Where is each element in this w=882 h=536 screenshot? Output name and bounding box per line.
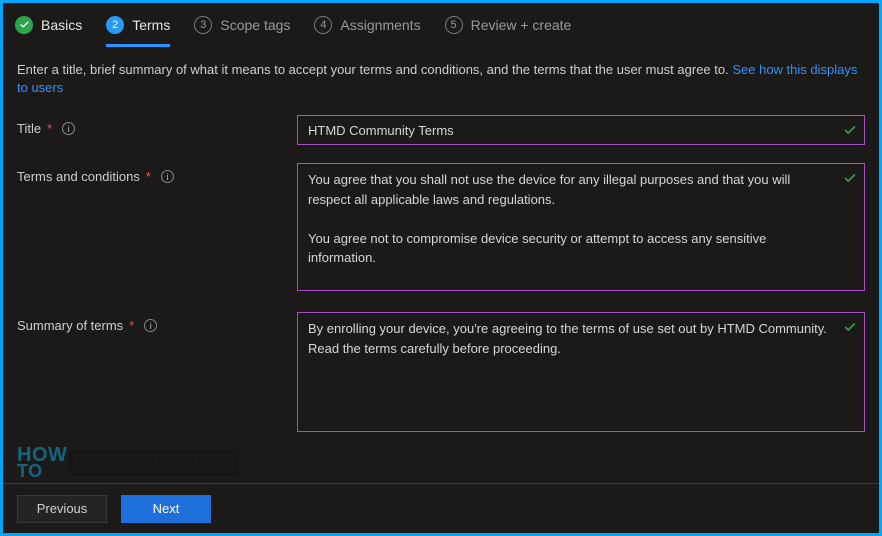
terms-textarea[interactable] (297, 163, 865, 291)
wizard-tabs: Basics 2 Terms 3 Scope tags 4 Assignment… (3, 3, 879, 47)
tab-label: Scope tags (220, 17, 290, 33)
tab-scope-tags[interactable]: 3 Scope tags (194, 9, 290, 47)
intro-text: Enter a title, brief summary of what it … (17, 61, 865, 97)
tab-review-create[interactable]: 5 Review + create (445, 9, 572, 47)
step-number-icon: 5 (445, 16, 463, 34)
watermark-to: TO (17, 463, 67, 479)
title-input[interactable] (297, 115, 865, 145)
check-circle-icon (15, 16, 33, 34)
info-icon[interactable]: i (144, 319, 157, 332)
label-text: Summary of terms (17, 318, 123, 333)
row-title: Title * i (17, 115, 865, 145)
wizard-panel: Basics 2 Terms 3 Scope tags 4 Assignment… (3, 3, 879, 533)
required-asterisk-icon: * (129, 318, 134, 333)
previous-button[interactable]: Previous (17, 495, 107, 523)
label-text: Title (17, 121, 41, 136)
row-summary: Summary of terms * i (17, 312, 865, 435)
tab-terms[interactable]: 2 Terms (106, 9, 170, 47)
label-terms: Terms and conditions * i (17, 163, 297, 184)
required-asterisk-icon: * (146, 169, 151, 184)
next-button[interactable]: Next (121, 495, 211, 523)
step-number-icon: 2 (106, 16, 124, 34)
field-terms (297, 163, 865, 294)
tab-label: Terms (132, 17, 170, 33)
intro-plain: Enter a title, brief summary of what it … (17, 62, 732, 77)
info-icon[interactable]: i (62, 122, 75, 135)
row-terms: Terms and conditions * i (17, 163, 865, 294)
wizard-footer: Previous Next (3, 483, 879, 533)
tab-label: Basics (41, 17, 82, 33)
watermark-howto: HOW TO (17, 447, 67, 479)
tab-label: Review + create (471, 17, 572, 33)
required-asterisk-icon: * (47, 121, 52, 136)
summary-textarea[interactable] (297, 312, 865, 432)
label-text: Terms and conditions (17, 169, 140, 184)
tab-assignments[interactable]: 4 Assignments (314, 9, 420, 47)
wizard-content: Enter a title, brief summary of what it … (3, 47, 879, 483)
tab-label: Assignments (340, 17, 420, 33)
field-summary (297, 312, 865, 435)
watermark-brand: MANAGE DEVICES (69, 450, 238, 476)
step-number-icon: 3 (194, 16, 212, 34)
info-icon[interactable]: i (161, 170, 174, 183)
label-title: Title * i (17, 115, 297, 136)
tab-basics[interactable]: Basics (15, 9, 82, 47)
step-number-icon: 4 (314, 16, 332, 34)
label-summary: Summary of terms * i (17, 312, 297, 333)
field-title (297, 115, 865, 145)
watermark: HOW TO MANAGE DEVICES (17, 447, 238, 479)
